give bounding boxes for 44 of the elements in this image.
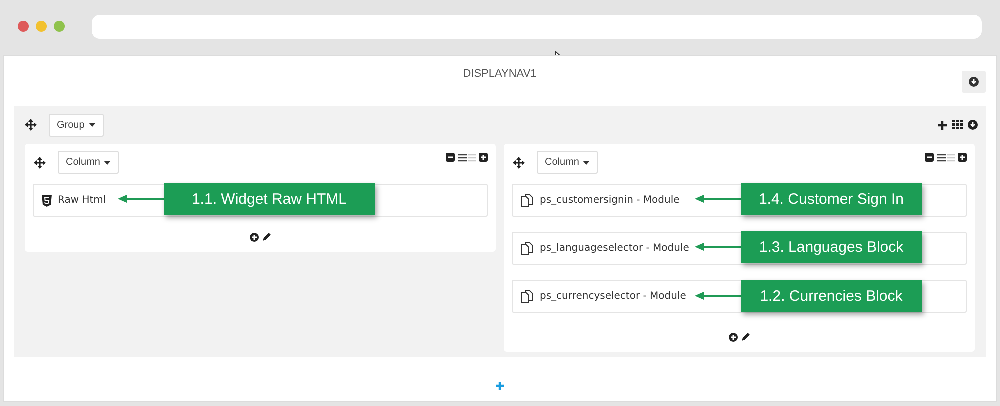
- arrow: [695, 243, 741, 251]
- html5-icon: [42, 194, 52, 206]
- pencil-icon[interactable]: [262, 232, 272, 242]
- add-icon[interactable]: [938, 120, 947, 130]
- callout-label: 1.4. Customer Sign In: [741, 183, 922, 215]
- column-dropdown[interactable]: Column: [58, 151, 120, 174]
- column-width-icon[interactable]: [458, 154, 476, 162]
- group-dropdown[interactable]: Group: [49, 114, 104, 136]
- caret-icon: [583, 160, 590, 164]
- download-icon: [969, 77, 979, 87]
- remove-icon[interactable]: [925, 153, 934, 162]
- column-width-icon[interactable]: [937, 154, 955, 162]
- remove-icon[interactable]: [446, 153, 455, 162]
- copy-icon: [521, 289, 534, 304]
- download-button[interactable]: [962, 71, 986, 93]
- hook-title: DISPLAYNAV1: [462, 68, 538, 80]
- widget-label: ps_customersignin - Module: [540, 195, 680, 206]
- column-dropdown[interactable]: Column: [537, 151, 598, 174]
- download-icon[interactable]: [968, 120, 978, 130]
- move-icon[interactable]: [513, 156, 525, 168]
- callout-label: 1.3. Languages Block: [741, 231, 922, 263]
- grid-icon[interactable]: [952, 120, 963, 130]
- pencil-icon[interactable]: [740, 332, 750, 342]
- callout-label: 1.1. Widget Raw HTML: [164, 183, 375, 215]
- arrow: [695, 292, 741, 300]
- maximize-dot[interactable]: [54, 21, 65, 32]
- widget-label: Raw Html: [58, 195, 106, 206]
- caret-icon: [88, 123, 96, 127]
- arrow: [118, 195, 164, 203]
- move-icon[interactable]: [34, 156, 46, 168]
- widget-label: ps_currencyselector - Module: [540, 291, 686, 302]
- move-icon[interactable]: [25, 119, 37, 131]
- callout-label: 1.2. Currencies Block: [741, 280, 922, 312]
- close-dot[interactable]: [18, 21, 29, 32]
- widget-label: ps_languageselector - Module: [540, 243, 690, 254]
- widget-row[interactable]: Raw Html 1.1. Widget Raw HTML: [33, 184, 488, 217]
- caret-icon: [104, 160, 112, 164]
- minimize-dot[interactable]: [36, 21, 47, 32]
- arrow: [695, 195, 741, 203]
- copy-icon: [521, 241, 534, 256]
- widget-row[interactable]: ps_currencyselector - Module 1.2. Currencies Block: [512, 280, 967, 313]
- widget-row[interactable]: ps_customersignin - Module 1.4. Customer Sign In: [512, 184, 967, 217]
- copy-icon: [521, 193, 534, 208]
- widget-row[interactable]: ps_languageselector - Module 1.3. Languages Block: [512, 232, 967, 265]
